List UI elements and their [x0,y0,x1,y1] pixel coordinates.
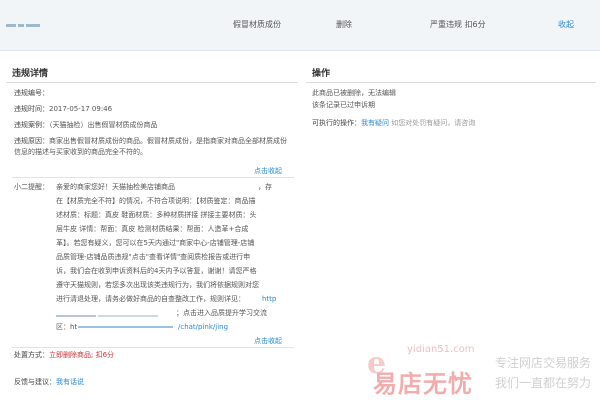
field-label: 可执行的操作： [312,119,361,127]
watermark-url: yidian51.com [407,344,475,355]
handling-row: 处置方式：立即删除商品; 扣6分 [14,350,114,361]
field-label: 处置方式： [14,351,49,359]
blurred-link [56,311,159,322]
summary-status: 删除 [336,20,352,29]
field-label: 违规时间： [14,105,49,113]
violation-number-row: 违规编号： [14,88,49,99]
summary-item: 假冒材质成份 [233,20,281,29]
field-value: 2017-05-17 09:46 [49,105,113,113]
tip-line: 革】。若您有疑义，您可以在5天内通过"商家中心-店铺管理-店铺 [56,239,255,247]
watermark-slogan: 我们一直都在努力 [495,376,592,390]
field-label: 反馈与建议： [14,378,56,386]
question-link[interactable]: 我有疑问 [361,119,389,127]
tip-line: 述材质：标题：真皮 鞋面材质：多种材质拼接 拼接主要材质：头 [56,211,257,219]
tip-line: 诉，我们会在收到申诉资料后的4天内予以答复，谢谢！请您严格 [56,267,257,275]
tip-line: 区：ht [56,323,78,331]
handling-value: 立即删除商品; 扣6分 [49,351,115,359]
tip-line: ，存 [258,183,272,191]
divider [12,177,294,178]
violation-case-row: 违规案例：（天猫抽检）出售假冒材质成份商品 [14,120,158,131]
operations-row: 可执行的操作：我有疑问 如您对处罚有疑问，请咨询 [312,118,475,129]
tip-line: 在【材质完全不符】的情况，不符合项说明：【材质鉴定：商品描 [56,197,256,205]
tip-line: 层牛皮 详情：帮面：真皮 检测材质结果：帮面：人造革+合成 [56,225,249,233]
collapse-link[interactable]: 收起 [558,19,574,30]
collapse-link-1[interactable]: 点击收起 [254,166,282,177]
tip-label: 小二提醒： [14,183,49,191]
feedback-link[interactable]: 我有话说 [56,378,84,386]
violation-reason-row: 违规原因：商家出售假冒材质成份的商品。假冒材质成份，是指商家对商品全部材质成份信… [14,136,292,158]
violation-summary-bar: 假冒材质成份 删除 严重违规 扣6分 收起 [0,0,600,51]
divider [12,347,294,348]
field-label: 违规原因： [14,137,49,145]
tip-line: 进行清退处理，请务必做好商品的自查整改工作，规则详见： [56,295,245,303]
exchange-link[interactable]: /chat/pink/jing [178,322,228,333]
tip-line: 遵守天猫规则，若您多次出现该类违规行为，我们将依据规则对您 [56,281,259,289]
tip-line: ；点击进入品质提升学习交流 [176,309,267,317]
blurred-url[interactable] [78,322,173,333]
watermark-brand: 易店无忧 [373,370,473,398]
watermark-logo: yidian51.com e 易店无忧 专注网店交易服务 我们一直都在努力 [345,342,600,400]
hint-text: 如您对处罚有疑问，请咨询 [391,119,476,127]
field-value: （天猫抽检）出售假冒材质成份商品 [49,121,158,129]
violation-time-row: 违规时间：2017-05-17 09:46 [14,104,112,115]
summary-severity: 严重违规 扣6分 [430,20,486,29]
tip-line: 品质管理-店铺品质违规"点击"查看详情"查阅质检报告或进行申 [56,253,251,261]
field-label: 违规编号： [14,89,49,97]
panel-title: 操作 [306,62,596,83]
field-label: 违规案例： [14,121,49,129]
status-line: 此商品已被删除，无法编辑 [312,89,396,97]
collapse-link-2[interactable]: 点击收起 [254,336,282,347]
feedback-row: 反馈与建议：我有话说 [14,377,84,388]
rule-link[interactable]: http [262,294,276,305]
status-line: 该条记录已过申诉期 [312,101,375,109]
watermark-slogan: 专注网店交易服务 [495,356,592,370]
tip-line: 亲爱的商家您好！天猫抽检美店铺商品 [56,183,175,191]
blurred-id [6,20,46,30]
field-value: 商家出售假冒材质成份的商品。假冒材质成份，是指商家对商品全部材质成份信息的描述与… [14,137,287,156]
panel-title: 违规详情 [6,62,298,83]
